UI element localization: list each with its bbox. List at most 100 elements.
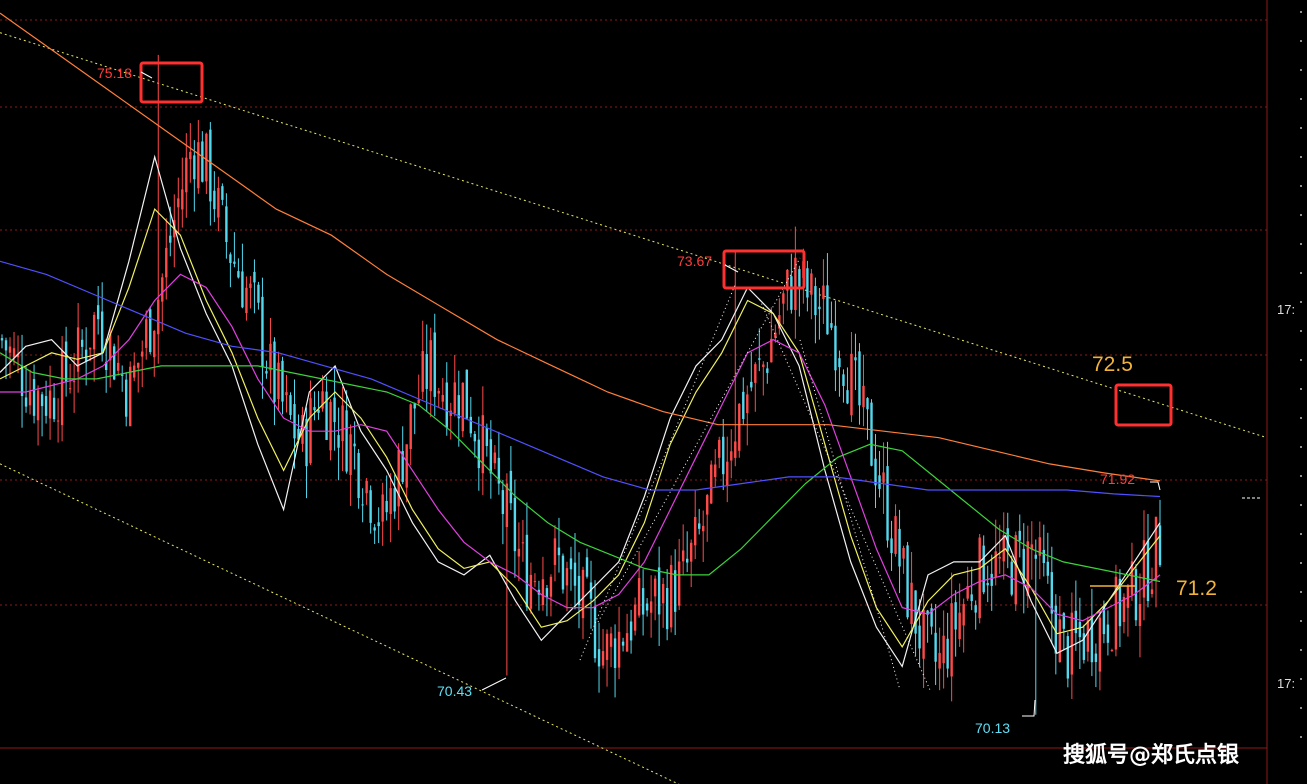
candle-body-62 [249, 283, 252, 288]
price-axis-ticks [1300, 11, 1302, 738]
candle-body-249 [998, 556, 1001, 559]
candle-body-15 [60, 350, 64, 426]
axis-tick-19 [1300, 562, 1302, 564]
candle-body-234 [938, 652, 941, 669]
price-label-high-1: 75.18 [97, 65, 132, 81]
candle-body-115 [461, 382, 464, 432]
candle-body-189 [758, 358, 761, 360]
candle-body-152 [609, 633, 613, 647]
candle-body-208 [834, 325, 837, 371]
candle-body-78 [313, 407, 316, 411]
candle-body-187 [750, 381, 753, 388]
candle-body-235 [942, 635, 945, 664]
candle-body-145 [581, 569, 585, 619]
candle-body-113 [453, 382, 456, 414]
candle-body-3 [12, 348, 16, 358]
candle-body-180 [722, 436, 725, 475]
candle-body-92 [369, 490, 372, 523]
price-chart: 17: 17: 75.18 73.67 71.92 70.43 70.13 72… [0, 0, 1302, 784]
candle-body-25 [100, 311, 104, 353]
candle-body-170 [681, 550, 685, 562]
candle-body-71 [285, 392, 288, 396]
candle-body-68 [273, 341, 276, 402]
candle-body-51 [205, 133, 208, 182]
candle-body-173 [693, 517, 697, 546]
candle-body-168 [673, 570, 677, 612]
candle-body-218 [874, 458, 877, 486]
candle-body-175 [702, 525, 705, 532]
candle-body-184 [738, 403, 741, 451]
candle-body-225 [902, 547, 905, 559]
candle-body-154 [617, 631, 621, 668]
candle-body-178 [714, 464, 717, 477]
candle-body-16 [64, 341, 68, 383]
candle-body-61 [245, 287, 248, 314]
candle-body-131 [525, 534, 529, 608]
candle-body-93 [373, 527, 376, 531]
candle-body-153 [613, 638, 617, 668]
candle-body-38 [153, 330, 156, 358]
candle-body-95 [381, 494, 384, 522]
candle-body-201 [806, 268, 809, 298]
candle-body-271 [1086, 620, 1090, 652]
candle-body-261 [1046, 561, 1050, 576]
axis-tick-10 [1300, 301, 1302, 303]
candle-body-226 [906, 545, 909, 618]
candle-body-126 [505, 483, 509, 528]
candle-body-236 [946, 638, 949, 669]
candle-body-1 [4, 340, 8, 351]
candle-body-18 [72, 381, 76, 383]
candle-body-87 [349, 434, 352, 475]
candle-body-13 [52, 397, 56, 420]
candle-body-40 [161, 277, 164, 302]
candle-body-108 [433, 332, 436, 397]
candle-body-246 [986, 582, 989, 586]
candle-body-260 [1042, 549, 1045, 563]
candle-body-150 [601, 651, 605, 666]
watermark: 搜狐号@郑氏点银 [1063, 742, 1240, 768]
axis-tick-8 [1300, 243, 1302, 245]
axis-tick-13 [1300, 388, 1302, 390]
candle-body-101 [405, 444, 408, 488]
candle-body-85 [341, 405, 344, 442]
candle-body-192 [770, 338, 773, 363]
candle-body-215 [862, 385, 865, 408]
axis-tick-16 [1300, 475, 1302, 477]
candle-body-149 [597, 649, 601, 667]
candle-body-111 [445, 382, 448, 428]
candle-body-245 [982, 545, 985, 593]
candle-body-57 [229, 254, 232, 263]
candle-body-164 [657, 567, 661, 615]
candle-body-83 [333, 397, 336, 423]
price-label-pointer-2 [724, 264, 739, 273]
candle-body-142 [569, 558, 573, 570]
candle-body-214 [858, 351, 861, 406]
axis-tick-17 [1300, 504, 1302, 506]
candle-body-176 [706, 495, 709, 515]
candle-body-266 [1066, 636, 1070, 679]
candle-body-212 [850, 353, 853, 416]
candle-body-54 [217, 187, 220, 218]
candle-body-118 [473, 434, 477, 442]
candle-body-277 [1110, 649, 1114, 651]
candle-body-41 [165, 247, 168, 278]
axis-tick-24 [1300, 707, 1302, 709]
candle-body-146 [585, 557, 589, 577]
time-axis-fragment-1: 17: [1277, 302, 1295, 317]
candle-body-73 [293, 404, 296, 439]
guide-line-2 [759, 299, 931, 691]
candle-body-288 [1154, 516, 1158, 581]
candle-body-238 [954, 602, 957, 630]
candle-body-9 [36, 390, 40, 421]
candle-body-24 [96, 305, 100, 320]
candle-body-253 [1014, 535, 1017, 605]
candle-body-67 [269, 343, 272, 371]
candle-body-35 [141, 351, 144, 357]
candle-body-6 [24, 397, 28, 407]
candle-body-90 [361, 504, 364, 506]
channel-upper-line [0, 32, 1268, 439]
price-label-pointer-3 [1150, 481, 1161, 491]
candle-body-250 [1002, 535, 1005, 562]
axis-tick-21 [1300, 620, 1302, 622]
candle-body-46 [185, 157, 188, 193]
